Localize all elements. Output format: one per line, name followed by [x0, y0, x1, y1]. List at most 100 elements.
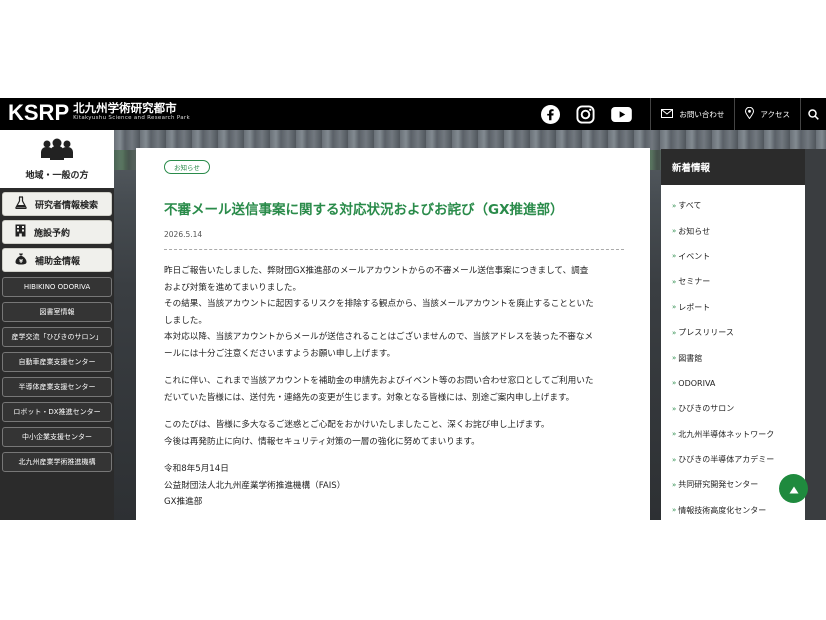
chevron-right-icon: »: [672, 430, 677, 439]
chevron-right-icon: »: [672, 227, 677, 236]
facebook-icon[interactable]: [541, 104, 561, 124]
chevron-right-icon: »: [672, 303, 677, 312]
building-icon: [15, 224, 26, 240]
news-category-library[interactable]: » 図書館: [661, 345, 805, 370]
robot-dx-center-link[interactable]: ロボット・DX推進センター: [2, 402, 112, 422]
chevron-right-icon: »: [672, 277, 677, 286]
news-category-seminar[interactable]: » セミナー: [661, 269, 805, 294]
researcher-search-button[interactable]: 研究者情報検索: [2, 192, 112, 216]
logo-japanese: 北九州学術研究都市: [73, 101, 177, 115]
arrow-up-icon: [789, 479, 799, 498]
access-label: アクセス: [760, 109, 790, 119]
news-category-label: セミナー: [678, 277, 711, 287]
sme-support-center-link[interactable]: 中小企業支援センター: [2, 427, 112, 447]
article-date: 2026.5.14: [164, 230, 203, 239]
page-viewport: KSRP 北九州学術研究都市 Kitakyushu Science and Re…: [0, 98, 826, 520]
library-info-link[interactable]: 図書室情報: [2, 302, 112, 322]
access-link[interactable]: アクセス: [734, 98, 800, 130]
news-category-label: レポート: [678, 302, 711, 312]
news-category-label: ひびきの半導体アカデミー: [678, 455, 775, 465]
hibikino-salon-link[interactable]: 産学交流「ひびきのサロン」: [2, 327, 112, 347]
instagram-icon[interactable]: [576, 104, 595, 124]
contact-link[interactable]: お問い合わせ: [650, 98, 734, 130]
news-category-label: すべて: [678, 201, 702, 211]
money-bag-icon: ¥: [15, 252, 27, 268]
fais-link[interactable]: 北九州産業学術推進機構: [2, 452, 112, 472]
article-card: お知らせ 不審メール送信事案に関する対応状況およびお詫び（GX推進部） 2026…: [136, 148, 650, 520]
region-label: 地域・一般の方: [25, 170, 89, 181]
right-sidebar: 新着情報 » すべて » お知らせ » イベント » セミナー » レポート » プレスリリ…: [661, 149, 805, 520]
header-actions: お問い合わせ アクセス: [541, 98, 826, 130]
category-tag[interactable]: お知らせ: [164, 160, 210, 174]
news-category-notice[interactable]: » お知らせ: [661, 218, 805, 243]
search-button[interactable]: [800, 98, 826, 130]
news-category-label: 情報技術高度化センター: [678, 505, 767, 515]
news-category-label: お知らせ: [678, 226, 711, 236]
contact-label: お問い合わせ: [679, 109, 725, 119]
youtube-icon[interactable]: [611, 106, 633, 122]
news-heading: 新着情報: [661, 149, 805, 185]
news-category-report[interactable]: » レポート: [661, 295, 805, 320]
logo-mark: KSRP: [8, 100, 70, 125]
signature-organization: 公益財団法人北九州産業学術推進機構（FAIS）: [164, 480, 346, 491]
news-category-label: 図書館: [678, 353, 703, 363]
signature-date: 令和8年5月14日: [164, 464, 229, 474]
site-logo[interactable]: KSRP 北九州学術研究都市 Kitakyushu Science and Re…: [8, 102, 190, 124]
mail-icon: [661, 108, 674, 120]
news-category-label: イベント: [678, 251, 711, 261]
article-title: 不審メール送信事案に関する対応状況およびお詫び（GX推進部）: [164, 202, 564, 218]
region-general-public-link[interactable]: 地域・一般の方: [0, 130, 114, 188]
chevron-right-icon: »: [672, 328, 677, 337]
news-category-semiconductor-network[interactable]: » 北九州半導体ネットワーク: [661, 422, 805, 447]
left-sidebar: 地域・一般の方 研究者情報検索 施設予約 ¥ 補助金情報 HIBIKINO OD…: [0, 130, 114, 520]
chevron-right-icon: »: [672, 252, 677, 261]
news-category-label: 共同研究開発センター: [678, 480, 759, 490]
chevron-right-icon: »: [672, 201, 677, 210]
body-line: ールには十分ご注意くださいますようお願い申し上げます。: [164, 348, 396, 359]
body-line: その結果、当該アカウントに起因するリスクを排除する観点から、当該メールアカウント…: [164, 299, 594, 309]
chevron-right-icon: »: [672, 354, 677, 363]
subsidy-info-button[interactable]: ¥ 補助金情報: [2, 248, 112, 272]
social-links: [541, 104, 633, 124]
researcher-search-label: 研究者情報検索: [35, 200, 99, 211]
paragraph-contact-change: これに伴い、これまで当該アカウントを補助金の申請先およびイベント等のお問い合わせ…: [164, 373, 626, 406]
subsidy-info-label: 補助金情報: [35, 256, 81, 267]
news-category-it-center[interactable]: » 情報技術高度化センター: [661, 498, 805, 520]
site-header: KSRP 北九州学術研究都市 Kitakyushu Science and Re…: [0, 98, 826, 130]
news-category-all[interactable]: » すべて: [661, 193, 805, 218]
news-category-label: ひびきのサロン: [678, 404, 735, 414]
news-category-label: 北九州半導体ネットワーク: [678, 429, 775, 439]
chevron-right-icon: »: [672, 506, 677, 515]
logo-text: 北九州学術研究都市 Kitakyushu Science and Researc…: [73, 102, 190, 122]
signature-department: GX推進部: [164, 497, 203, 507]
body-line: 昨日ご報告いたしました、弊財団GX推進部のメールアカウントからの不審メール送信事…: [164, 266, 589, 276]
paragraph-apology: このたびは、皆様に多大なるご迷惑とご心配をおかけいたしましたこと、深くお詫び申し…: [164, 417, 626, 450]
chevron-right-icon: »: [672, 455, 677, 464]
people-group-icon: [41, 138, 73, 164]
odoriva-link[interactable]: HIBIKINO ODORIVA: [2, 277, 112, 297]
back-to-top-button[interactable]: [779, 474, 808, 503]
map-pin-icon: [745, 106, 755, 121]
logo-english: Kitakyushu Science and Research Park: [73, 115, 190, 121]
dashed-divider: [164, 249, 624, 250]
body-line: このたびは、皆様に多大なるご迷惑とご心配をおかけいたしましたこと、深くお詫び申し…: [164, 420, 550, 430]
news-category-odoriva[interactable]: » ODORIVA: [661, 371, 805, 396]
news-category-event[interactable]: » イベント: [661, 244, 805, 269]
signature-block: 令和8年5月14日 公益財団法人北九州産業学術推進機構（FAIS） GX推進部: [164, 461, 626, 511]
news-category-label: ODORIVA: [678, 378, 716, 388]
chevron-right-icon: »: [672, 379, 677, 388]
paragraph-investigation: 昨日ご報告いたしました、弊財団GX推進部のメールアカウントからの不審メール送信事…: [164, 263, 626, 362]
body-line: しました。: [164, 315, 207, 326]
flask-icon: [15, 196, 27, 212]
semiconductor-center-link[interactable]: 半導体産業支援センター: [2, 377, 112, 397]
news-category-hibikino-salon[interactable]: » ひびきのサロン: [661, 396, 805, 421]
hero-right-edge: [805, 149, 826, 520]
article-body: 昨日ご報告いたしました、弊財団GX推進部のメールアカウントからの不審メール送信事…: [164, 263, 626, 520]
news-category-press-release[interactable]: » プレスリリース: [661, 320, 805, 345]
news-category-label: プレスリリース: [678, 328, 734, 338]
chevron-right-icon: »: [672, 404, 677, 413]
svg-text:¥: ¥: [19, 259, 23, 265]
facility-booking-button[interactable]: 施設予約: [2, 220, 112, 244]
news-category-semiconductor-academy[interactable]: » ひびきの半導体アカデミー: [661, 447, 805, 472]
auto-industry-center-link[interactable]: 自動車産業支援センター: [2, 352, 112, 372]
